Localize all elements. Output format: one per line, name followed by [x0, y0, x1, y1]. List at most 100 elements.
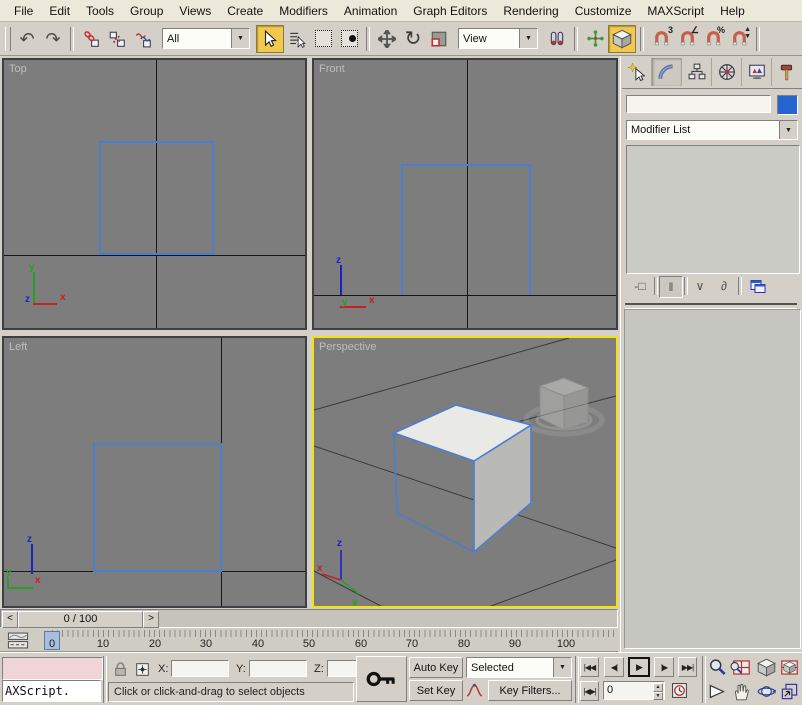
snap-toggle-3d-button[interactable]: 3 — [648, 26, 674, 52]
zoom-all-button[interactable] — [732, 658, 751, 677]
undo-button[interactable]: ↶ — [14, 26, 40, 52]
object-color-swatch[interactable] — [777, 95, 798, 115]
select-by-name-button[interactable] — [284, 26, 310, 52]
arc-rotate-button[interactable] — [757, 682, 776, 701]
angle-snap-toggle-button[interactable]: ∠ — [674, 26, 700, 52]
select-and-manipulate-button[interactable] — [582, 26, 608, 52]
time-slider-next-button[interactable]: > — [143, 611, 159, 628]
absolute-offset-mode-toggle[interactable] — [134, 661, 151, 678]
key-mode-toggle[interactable]: |◀▶| — [580, 681, 599, 701]
menu-item[interactable]: Views — [171, 2, 219, 20]
chevron-down-icon[interactable]: ▼ — [779, 121, 797, 139]
key-filters-button[interactable]: Key Filters... — [488, 680, 572, 701]
menu-item[interactable]: Animation — [336, 2, 405, 20]
play-animation-button[interactable]: ▶ — [628, 657, 650, 677]
maxscript-mini-listener[interactable]: AXScript. — [2, 680, 101, 702]
redo-button[interactable]: ↷ — [40, 26, 66, 52]
rectangular-selection-region-button[interactable] — [310, 26, 336, 52]
coord-x-field[interactable] — [171, 660, 229, 677]
viewport-top[interactable]: Top y z x — [2, 58, 307, 330]
viewport-perspective[interactable]: Perspective — [312, 336, 618, 608]
spinner-up-icon[interactable]: ▲ — [653, 683, 663, 692]
command-panel: Modifier List ▼ -□ ‖ ∨ ∂ — [620, 56, 802, 652]
menu-item[interactable]: Rendering — [495, 2, 566, 20]
pan-view-button[interactable] — [732, 682, 751, 701]
select-and-move-button[interactable] — [374, 26, 400, 52]
select-and-link-button[interactable] — [78, 26, 104, 52]
next-frame-button[interactable]: |▶ — [654, 657, 674, 677]
snaps-toggle-button[interactable] — [608, 25, 636, 53]
tab-display[interactable] — [742, 58, 772, 86]
tab-hierarchy[interactable] — [682, 58, 712, 86]
tab-motion[interactable] — [712, 58, 742, 86]
current-frame-field[interactable]: 0 ▲▼ — [603, 681, 665, 700]
menu-item[interactable]: Tools — [78, 2, 122, 20]
use-pivot-point-center-button[interactable] — [544, 26, 570, 52]
menu-item[interactable]: Customize — [567, 2, 640, 20]
object-name-field[interactable] — [626, 95, 771, 113]
select-and-scale-button[interactable] — [426, 26, 452, 52]
tab-utilities[interactable] — [772, 58, 801, 86]
time-slider-prev-button[interactable]: < — [2, 611, 18, 628]
previous-frame-button[interactable]: ◀| — [604, 657, 624, 677]
unlink-selection-button[interactable] — [104, 26, 130, 52]
make-unique-button[interactable]: ∨ — [689, 276, 711, 296]
key-filter-value: Selected — [467, 662, 553, 674]
go-to-start-button[interactable]: |◀◀ — [580, 657, 599, 677]
time-slider-track[interactable]: < 0 / 100 > — [0, 609, 618, 628]
modifier-list-dropdown[interactable]: Modifier List ▼ — [626, 120, 798, 140]
time-configuration-button[interactable] — [671, 682, 688, 699]
reference-coordinate-system-dropdown[interactable]: View ▼ — [458, 28, 538, 49]
create-icon — [628, 63, 646, 81]
menu-item[interactable]: MAXScript — [639, 2, 712, 20]
select-and-rotate-button[interactable]: ↻ — [400, 26, 426, 52]
set-keys-button[interactable] — [356, 656, 407, 702]
zoom-extents-button[interactable] — [757, 658, 776, 677]
menu-item[interactable]: Graph Editors — [405, 2, 495, 20]
default-tangent-button[interactable] — [466, 682, 483, 699]
time-config-icon — [671, 682, 688, 699]
chevron-down-icon[interactable]: ▼ — [553, 658, 571, 677]
maximize-viewport-toggle[interactable] — [780, 682, 799, 701]
chevron-down-icon[interactable]: ▼ — [231, 29, 249, 48]
track-bar[interactable]: 0102030405060708090100 — [0, 629, 618, 652]
toolbar-drag-handle[interactable] — [5, 27, 11, 51]
spinner-snap-toggle-button[interactable]: ▲▼ — [726, 26, 752, 52]
show-end-result-button[interactable]: ‖ — [659, 276, 683, 298]
selected-object-wireframe — [99, 141, 214, 255]
remove-modifier-button[interactable]: ∂ — [713, 276, 735, 296]
coord-y-field[interactable] — [249, 660, 307, 677]
menu-item[interactable]: Create — [219, 2, 271, 20]
go-to-end-button[interactable]: ▶▶| — [678, 657, 697, 677]
selection-filter-dropdown[interactable]: All ▼ — [162, 28, 250, 49]
zoom-button[interactable] — [708, 658, 727, 677]
key-filter-dropdown[interactable]: Selected ▼ — [466, 657, 572, 678]
modifier-stack-list[interactable] — [626, 145, 800, 274]
field-of-view-button[interactable] — [708, 682, 727, 701]
bind-to-space-warp-button[interactable] — [130, 26, 156, 52]
set-key-button[interactable]: Set Key — [409, 680, 463, 701]
selection-lock-toggle[interactable] — [112, 661, 129, 678]
zoom-extents-all-button[interactable] — [780, 658, 799, 677]
frame-spinner[interactable]: ▲▼ — [653, 683, 663, 700]
time-slider-handle[interactable]: 0 / 100 — [18, 611, 143, 628]
configure-modifier-sets-button[interactable] — [747, 276, 769, 296]
selection-filter-value: All — [163, 33, 231, 45]
spinner-down-icon[interactable]: ▼ — [653, 692, 663, 701]
chevron-down-icon[interactable]: ▼ — [519, 29, 537, 48]
menu-item[interactable]: Group — [122, 2, 171, 20]
percent-snap-toggle-button[interactable]: % — [700, 26, 726, 52]
pin-stack-button[interactable]: -□ — [629, 276, 651, 296]
select-object-button[interactable] — [256, 25, 284, 53]
viewport-left[interactable]: Left z y x — [2, 336, 307, 608]
tab-create[interactable] — [622, 58, 652, 86]
maxscript-mini-listener-pink[interactable] — [2, 657, 103, 680]
window-crossing-toggle[interactable] — [336, 26, 362, 52]
menu-item[interactable]: File — [6, 2, 41, 20]
tab-modify[interactable] — [652, 58, 682, 86]
viewport-front[interactable]: Front z y x — [312, 58, 618, 330]
menu-item[interactable]: Edit — [41, 2, 78, 20]
menu-item[interactable]: Help — [712, 2, 753, 20]
menu-item[interactable]: Modifiers — [271, 2, 336, 20]
auto-key-button[interactable]: Auto Key — [409, 657, 463, 678]
